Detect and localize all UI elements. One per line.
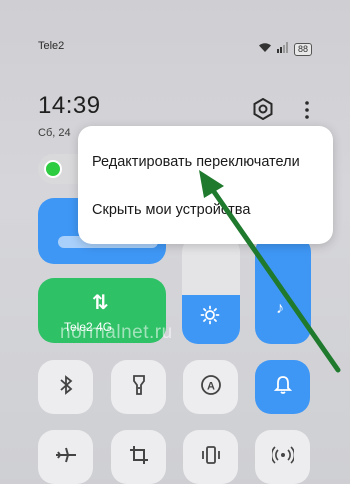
watermark: normalnet.ru [60, 322, 173, 343]
crop-icon [129, 445, 149, 470]
more-icon[interactable] [303, 100, 311, 125]
hotspot-icon [270, 445, 295, 470]
volume-icon: ♪ [276, 300, 284, 317]
wifi-icon [258, 40, 272, 58]
battery-icon: 88 [293, 42, 312, 56]
wifi-toggle[interactable] [44, 160, 62, 178]
date: Сб, 24 [38, 127, 71, 139]
menu-item-hide-devices[interactable]: Скрыть мои устройства [92, 202, 250, 218]
gear-icon[interactable] [252, 97, 274, 125]
vibrate-tile[interactable] [183, 430, 238, 484]
mobile-data-icon: ⇅ [92, 292, 109, 314]
hotspot-tile[interactable] [255, 430, 310, 484]
flashlight-tile[interactable] [111, 360, 166, 414]
signal-icon [276, 40, 289, 58]
status-icons: 88 [258, 40, 312, 58]
screenshot-tile[interactable] [111, 430, 166, 484]
volume-slider[interactable] [255, 236, 311, 344]
sound-tile[interactable] [255, 360, 310, 414]
svg-text:A: A [207, 380, 215, 392]
airplane-tile[interactable] [38, 430, 93, 484]
clock: 14:39 [38, 92, 101, 119]
flashlight-icon [132, 374, 146, 401]
vibrate-icon [200, 445, 222, 470]
auto-brightness-icon: A [200, 374, 222, 401]
context-menu: Редактировать переключатели Скрыть мои у… [78, 126, 333, 244]
bluetooth-tile[interactable] [38, 360, 93, 414]
bell-icon [273, 375, 292, 400]
airplane-icon [55, 445, 77, 470]
bluetooth-icon [58, 374, 74, 400]
menu-item-edit-toggles[interactable]: Редактировать переключатели [92, 154, 300, 170]
sun-icon [200, 305, 220, 330]
auto-brightness-tile[interactable]: A [183, 360, 238, 414]
carrier-name: Tele2 [38, 40, 65, 52]
